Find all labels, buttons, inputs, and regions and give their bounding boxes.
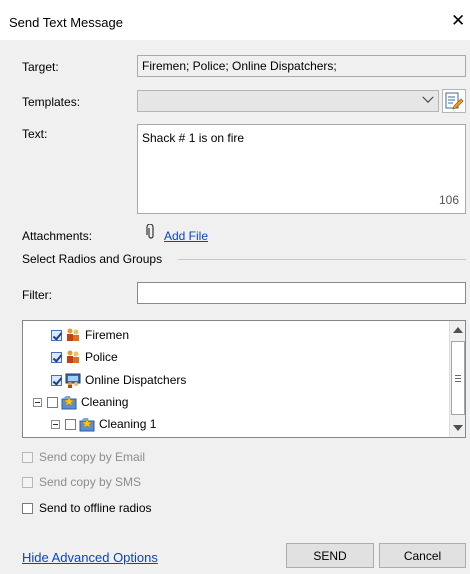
tree-item-label: Police (85, 350, 118, 364)
send-offline-label: Send to offline radios (39, 501, 152, 515)
send-offline-checkbox[interactable] (22, 502, 33, 514)
scrollbar-thumb[interactable] (451, 341, 465, 415)
close-icon[interactable]: ✕ (451, 12, 465, 29)
send-copy-email-option[interactable]: Send copy by Email (22, 450, 145, 464)
radios-groups-header: Select Radios and Groups (22, 252, 163, 266)
message-text: Shack # 1 is on fire (142, 131, 245, 145)
folder-group-icon (79, 418, 95, 432)
group-icon (67, 328, 79, 341)
tree-item-checkbox[interactable] (51, 329, 62, 341)
window-title: Send Text Message (9, 15, 123, 30)
send-copy-sms-label: Send copy by SMS (39, 475, 142, 489)
collapse-icon[interactable] (51, 419, 60, 429)
grip-line (455, 375, 461, 376)
tree-scrollbar[interactable] (449, 321, 465, 437)
target-label: Target: (22, 60, 59, 74)
edit-template-icon (445, 92, 464, 110)
add-file-link[interactable]: Add File (164, 229, 208, 243)
folder-group-icon (61, 396, 77, 410)
tree-item-checkbox[interactable] (51, 374, 62, 386)
tree-item-label: Online Dispatchers (85, 373, 187, 387)
filter-label: Filter: (22, 288, 52, 302)
paperclip-icon (146, 224, 154, 239)
tree-item-cleaning-1[interactable]: Cleaning 1 (51, 415, 156, 433)
group-divider (178, 259, 466, 260)
send-copy-sms-option[interactable]: Send copy by SMS (22, 475, 141, 489)
scroll-down-icon[interactable] (453, 425, 463, 431)
templates-label: Templates: (22, 95, 81, 109)
templates-dropdown[interactable] (137, 90, 439, 112)
send-copy-email-label: Send copy by Email (39, 450, 146, 464)
send-copy-sms-checkbox[interactable] (22, 476, 33, 488)
radios-tree-list[interactable]: Firemen Police Online Dispatchers Cleani… (22, 320, 466, 438)
dispatchers-icon (65, 373, 81, 388)
send-button[interactable]: SEND (286, 543, 374, 568)
tree-item-label: Cleaning (81, 395, 129, 409)
grip-line (455, 381, 461, 382)
hide-advanced-options-link[interactable]: Hide Advanced Options (22, 550, 158, 565)
tree-item-checkbox[interactable] (65, 418, 76, 430)
collapse-icon[interactable] (33, 397, 42, 407)
grip-line (455, 378, 461, 379)
scroll-up-icon[interactable] (453, 327, 463, 333)
tree-item-firemen[interactable]: Firemen (51, 326, 129, 344)
tree-item-label: Cleaning 1 (99, 417, 157, 431)
group-icon (67, 350, 79, 363)
tree-item-police[interactable]: Police (51, 348, 118, 366)
text-label: Text: (22, 127, 48, 141)
dialog-body (0, 40, 470, 574)
tree-item-online-dispatchers[interactable]: Online Dispatchers (51, 371, 186, 389)
attachments-label: Attachments: (22, 229, 93, 243)
target-field[interactable]: Firemen; Police; Online Dispatchers; (137, 55, 466, 77)
cancel-button[interactable]: Cancel (379, 543, 466, 568)
message-textarea[interactable]: Shack # 1 is on fire 106 (137, 124, 466, 214)
send-copy-email-checkbox[interactable] (22, 451, 33, 463)
edit-templates-button[interactable] (442, 89, 466, 113)
char-counter: 106 (438, 193, 459, 207)
filter-input[interactable] (137, 282, 466, 304)
tree-item-checkbox[interactable] (51, 351, 62, 363)
tree-item-label: Firemen (85, 328, 130, 342)
tree-item-cleaning[interactable]: Cleaning (33, 393, 128, 411)
send-offline-option[interactable]: Send to offline radios (22, 501, 152, 515)
tree-item-checkbox[interactable] (47, 396, 58, 408)
chevron-down-icon (422, 91, 434, 103)
